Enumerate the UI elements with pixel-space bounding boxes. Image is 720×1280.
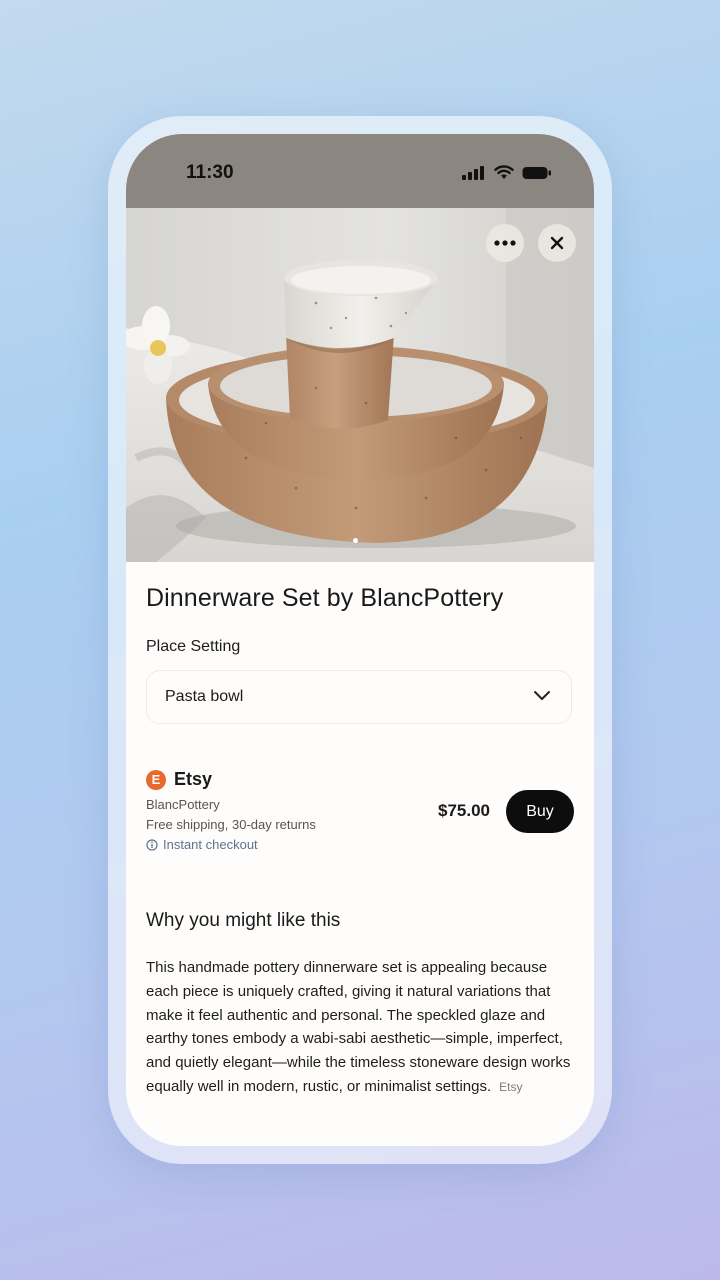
instant-checkout: Instant checkout [146,837,258,852]
phone-screen: 11:30 Dinnerware Set by BlancPottery Pla… [126,134,594,1146]
carousel-indicator [353,538,358,543]
battery-icon [522,166,551,179]
status-icons [462,165,552,180]
select-value: Pasta bowl [165,688,244,705]
instant-checkout-label: Instant checkout [163,837,258,852]
more-button[interactable] [486,224,524,262]
chevron-down-icon [534,691,550,700]
merchant-name: Etsy [174,769,213,789]
status-bar: 11:30 [126,134,594,208]
product-title: Dinnerware Set by BlancPottery [146,584,504,612]
wifi-icon [494,165,514,179]
why-body-text: This handmade pottery dinnerware set is … [146,959,571,1095]
buy-button[interactable]: Buy [506,790,574,833]
why-heading: Why you might like this [146,910,341,931]
option-label: Place Setting [146,638,241,655]
pottery-illustration [126,208,594,562]
shipping-info: Free shipping, 30-day returns [146,817,316,832]
price: $75.00 [438,801,490,820]
close-button[interactable] [538,224,576,262]
why-body: This handmade pottery dinnerware set is … [146,956,576,1100]
etsy-logo-icon: E [146,770,166,790]
info-icon [146,838,158,851]
status-time: 11:30 [186,162,234,183]
source-tag[interactable]: Etsy [499,1080,522,1094]
signal-icon [462,165,484,180]
more-icon [494,240,516,246]
seller-name: BlancPottery [146,797,220,812]
product-photo[interactable] [126,208,594,562]
place-setting-select[interactable]: Pasta bowl [146,670,572,724]
close-icon [550,236,564,250]
